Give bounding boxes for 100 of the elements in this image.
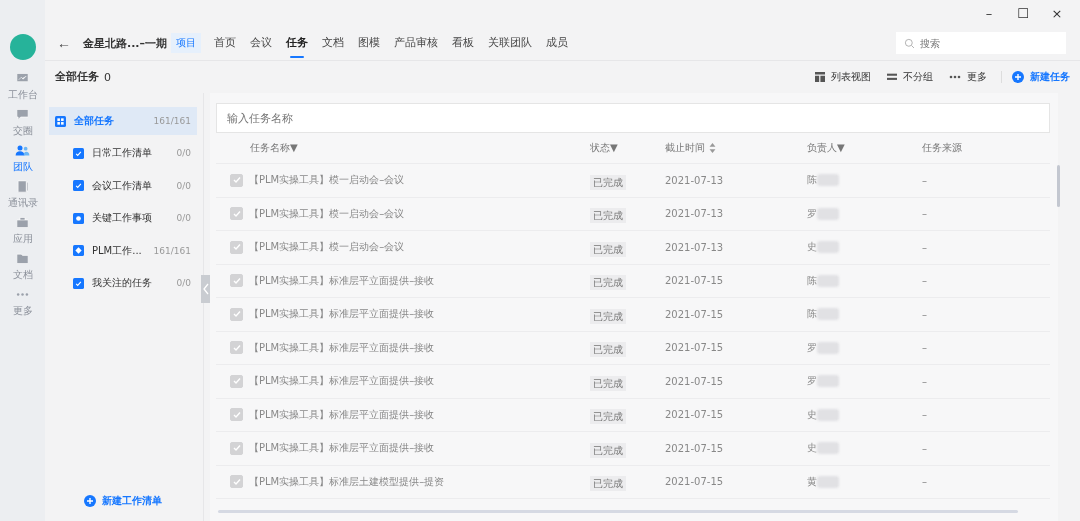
task-source: – [922, 442, 928, 454]
list-item[interactable]: PLM工作... 161/161 [49, 234, 197, 267]
checkbox[interactable] [230, 173, 243, 187]
checkbox[interactable] [230, 274, 243, 288]
collapse-handle[interactable] [201, 275, 210, 303]
checkbox[interactable] [230, 307, 243, 321]
search-field[interactable]: 搜索 [896, 32, 1066, 54]
close-button[interactable]: × [1044, 5, 1070, 21]
check-icon [231, 175, 242, 186]
list-icon [815, 72, 825, 82]
list-item[interactable]: 日常工作清单 0/0 [49, 137, 197, 170]
nav-item[interactable]: 应用 [12, 215, 33, 246]
scrollbar[interactable] [218, 510, 1018, 513]
column-header[interactable]: 截止时间 [665, 141, 807, 155]
nav-item[interactable]: 通讯录 [7, 179, 38, 210]
task-source: – [922, 375, 928, 387]
nav-item[interactable]: 团队 [12, 143, 33, 174]
task-name[interactable]: 【PLM实操工具】模一启动会–会议 [249, 173, 405, 188]
check-icon [231, 443, 242, 454]
nav-item[interactable]: 交圈 [12, 107, 33, 138]
checkbox[interactable] [230, 475, 243, 489]
owner-name: 史 [807, 441, 817, 456]
book-icon [15, 179, 30, 194]
task-name[interactable]: 【PLM实操工具】标准层土建模型提供–提资 [249, 474, 445, 489]
task-name[interactable]: 【PLM实操工具】标准层平立面提供–接收 [249, 273, 435, 288]
lines-icon [887, 72, 897, 82]
task-source: – [922, 476, 928, 488]
due-date: 2021-07-15 [665, 375, 725, 387]
folder-icon [15, 251, 30, 266]
check-icon [231, 342, 242, 353]
status-tag: 已完成 [590, 476, 626, 492]
new-task-button[interactable]: 新建任务 [1012, 70, 1070, 84]
task-source: – [922, 342, 928, 354]
owner-name: 罗 [807, 206, 817, 221]
task-name[interactable]: 【PLM实操工具】标准层平立面提供–接收 [249, 374, 435, 389]
check-icon [231, 476, 242, 487]
checkbox[interactable] [230, 408, 243, 422]
due-date: 2021-07-15 [665, 476, 725, 488]
checkbox[interactable] [230, 374, 243, 388]
tab[interactable]: 任务 [279, 28, 316, 58]
task-name[interactable]: 【PLM实操工具】标准层平立面提供–接收 [249, 340, 435, 355]
circle-icon [73, 212, 84, 224]
diamond-icon [73, 245, 84, 257]
tab[interactable]: 关联团队 [481, 28, 540, 58]
list-item[interactable]: 全部任务 161/161 [49, 107, 197, 135]
task-name[interactable]: 【PLM实操工具】标准层平立面提供–接收 [249, 441, 435, 456]
status-tag: 已完成 [590, 241, 626, 257]
toolbar-button[interactable]: 更多 [949, 70, 987, 84]
search-icon [904, 37, 915, 49]
task-name[interactable]: 【PLM实操工具】标准层平立面提供–接收 [249, 407, 435, 422]
checkbox[interactable] [230, 207, 243, 221]
minimize-button[interactable]: – [976, 5, 1002, 21]
column-header[interactable]: 任务来源 [922, 141, 1022, 155]
check-icon [231, 309, 242, 320]
task-name[interactable]: 【PLM实操工具】模一启动会–会议 [249, 206, 405, 221]
list-item[interactable]: 会议工作清单 0/0 [49, 169, 197, 202]
check-icon [231, 242, 242, 253]
people-icon [15, 143, 30, 158]
user-avatar[interactable] [9, 34, 36, 60]
plus-icon [1012, 71, 1024, 83]
tab[interactable]: 产品审核 [387, 28, 446, 58]
check-icon [73, 147, 84, 159]
column-header[interactable]: 负责人▼ [807, 141, 922, 155]
column-header[interactable]: 任务名称▼ [230, 141, 590, 155]
status-tag: 已完成 [590, 342, 626, 358]
tab[interactable]: 首页 [207, 28, 244, 58]
tab[interactable]: 成员 [539, 28, 576, 58]
tab[interactable]: 看板 [445, 28, 482, 58]
tab[interactable]: 图模 [351, 28, 388, 58]
tab[interactable]: 文档 [315, 28, 352, 58]
task-source: – [922, 241, 928, 253]
task-name[interactable]: 【PLM实操工具】模一启动会–会议 [249, 240, 405, 255]
scrollbar[interactable] [1057, 165, 1060, 207]
maximize-button[interactable]: ☐ [1010, 5, 1036, 21]
owner-name: 陈 [807, 273, 817, 288]
project-tag: 项目 [171, 33, 202, 53]
checkbox[interactable] [230, 240, 243, 254]
nav-item[interactable]: 工作台 [7, 71, 38, 102]
status-tag: 已完成 [590, 208, 626, 224]
back-button[interactable]: ← [57, 35, 71, 51]
due-date: 2021-07-13 [665, 241, 725, 253]
briefcase-icon [15, 215, 30, 230]
task-source: – [922, 208, 928, 220]
status-tag: 已完成 [590, 442, 626, 458]
owner-name: 罗 [807, 374, 817, 389]
checkbox[interactable] [230, 441, 243, 455]
nav-item[interactable]: 更多 [12, 287, 33, 318]
column-header[interactable]: 状态▼ [590, 141, 665, 155]
list-item[interactable]: 关键工作事项 0/0 [49, 202, 197, 235]
task-name[interactable]: 【PLM实操工具】标准层平立面提供–接收 [249, 307, 435, 322]
nav-item[interactable]: 文档 [12, 251, 33, 282]
toolbar-button[interactable]: 列表视图 [815, 70, 871, 84]
due-date: 2021-07-15 [665, 409, 725, 421]
checkbox[interactable] [230, 341, 243, 355]
new-list-button[interactable]: 新建工作清单 [49, 493, 197, 509]
toolbar-button[interactable]: 不分组 [887, 70, 933, 84]
tab[interactable]: 会议 [243, 28, 280, 58]
list-item[interactable]: 我关注的任务 0/0 [49, 267, 197, 300]
task-name-field[interactable]: 输入任务名称 [216, 103, 1050, 133]
owner-name: 史 [807, 407, 817, 422]
